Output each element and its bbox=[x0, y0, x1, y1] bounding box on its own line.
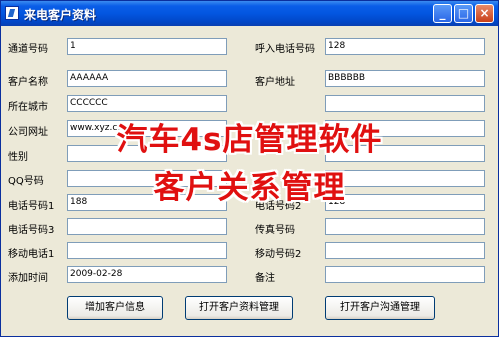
incoming-number-input[interactable]: 128 bbox=[325, 38, 485, 55]
phone3-input[interactable] bbox=[67, 218, 227, 235]
customer-address-label: 客户地址 bbox=[255, 77, 295, 88]
watermark-subtitle: 客户关系管理 bbox=[153, 170, 346, 206]
open-customer-management-button[interactable]: 打开客户资料管理 bbox=[185, 296, 293, 320]
add-customer-button[interactable]: 增加客户信息 bbox=[67, 296, 163, 320]
title-bar[interactable]: 来电客户资料 _ □ × bbox=[1, 1, 498, 26]
mobile1-input[interactable] bbox=[67, 242, 227, 259]
city-input[interactable]: CCCCCC bbox=[67, 95, 227, 112]
customer-address-input[interactable]: BBBBBB bbox=[325, 70, 485, 87]
fax-number-input[interactable] bbox=[325, 218, 485, 235]
add-time-input[interactable]: 2009-02-28 bbox=[67, 266, 227, 283]
mobile2-label: 移动号码2 bbox=[255, 249, 302, 260]
customer-info-window: 来电客户资料 _ □ × 通道号码 1 客户名称 AAAAAA 所在城市 CCC… bbox=[0, 0, 499, 337]
channel-number-input[interactable]: 1 bbox=[67, 38, 227, 55]
close-button[interactable]: × bbox=[475, 4, 494, 23]
customer-name-input[interactable]: AAAAAA bbox=[67, 70, 227, 87]
remarks-input[interactable] bbox=[325, 266, 485, 283]
right-field-row3-input[interactable] bbox=[325, 95, 485, 112]
customer-name-label: 客户名称 bbox=[8, 77, 48, 88]
city-label: 所在城市 bbox=[8, 102, 48, 113]
mobile2-input[interactable] bbox=[325, 242, 485, 259]
channel-number-label: 通道号码 bbox=[8, 44, 48, 55]
incoming-number-label: 呼入电话号码 bbox=[255, 44, 315, 55]
open-communication-management-button[interactable]: 打开客户沟通管理 bbox=[325, 296, 435, 320]
remarks-label: 备注 bbox=[255, 273, 275, 284]
app-icon bbox=[5, 6, 19, 20]
window-title: 来电客户资料 bbox=[24, 8, 97, 22]
form-area: 通道号码 1 客户名称 AAAAAA 所在城市 CCCCCC 公司网址 www.… bbox=[1, 26, 498, 336]
minimize-button[interactable]: _ bbox=[433, 4, 452, 23]
watermark-title: 汽车4s店管理软件 bbox=[116, 122, 383, 158]
fax-number-label: 传真号码 bbox=[255, 225, 295, 236]
phone3-label: 电话号码3 bbox=[8, 225, 55, 236]
maximize-button[interactable]: □ bbox=[454, 4, 473, 23]
mobile1-label: 移动电话1 bbox=[8, 249, 55, 260]
add-time-label: 添加时间 bbox=[8, 273, 48, 284]
